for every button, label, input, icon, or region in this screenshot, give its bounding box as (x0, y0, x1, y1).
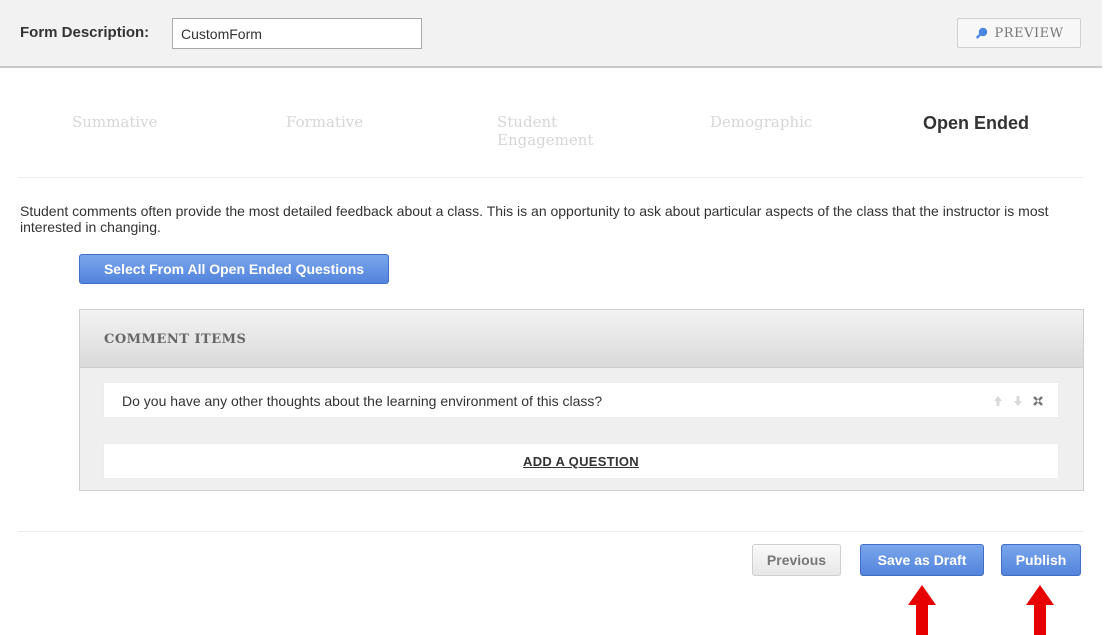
step-open-ended[interactable]: Open Ended (923, 114, 1029, 132)
divider-top (18, 177, 1084, 178)
comment-items-header: COMMENT ITEMS (80, 310, 1083, 368)
form-header-bar: Form Description: PREVIEW (0, 0, 1102, 68)
previous-button[interactable]: Previous (752, 544, 841, 576)
arrow-down-icon[interactable] (1012, 394, 1024, 406)
preview-label: PREVIEW (994, 25, 1064, 41)
remove-icon[interactable] (1032, 394, 1044, 406)
step-student-engagement-line2: Engagement (497, 131, 594, 149)
step-navigation: Summative Formative Student Engagement D… (0, 110, 1102, 160)
divider-bottom (18, 531, 1084, 532)
form-description-input[interactable] (172, 18, 422, 49)
comment-items-panel: COMMENT ITEMS Do you have any other thou… (79, 309, 1084, 491)
comment-item-text: Do you have any other thoughts about the… (122, 393, 603, 409)
red-arrow-up-icon (908, 585, 936, 635)
step-student-engagement[interactable]: Student Engagement (497, 113, 593, 149)
step-demographic[interactable]: Demographic (710, 113, 812, 131)
save-as-draft-button[interactable]: Save as Draft (860, 544, 984, 576)
red-arrow-up-icon (1026, 585, 1054, 635)
search-icon (975, 26, 989, 40)
form-description-label: Form Description: (20, 24, 150, 41)
preview-button[interactable]: PREVIEW (957, 18, 1081, 48)
comment-item-row[interactable]: Do you have any other thoughts about the… (103, 382, 1059, 418)
comment-item-controls (992, 394, 1044, 406)
intro-text: Student comments often provide the most … (20, 203, 1049, 235)
add-question-row: ADD A QUESTION (103, 443, 1059, 479)
comment-items-title: COMMENT ITEMS (104, 332, 247, 347)
select-open-ended-questions-button[interactable]: Select From All Open Ended Questions (79, 254, 389, 284)
step-student-engagement-line1: Student (497, 113, 558, 131)
publish-button[interactable]: Publish (1001, 544, 1081, 576)
step-formative[interactable]: Formative (286, 113, 363, 131)
step-summative[interactable]: Summative (72, 113, 158, 131)
arrow-up-icon[interactable] (992, 394, 1004, 406)
add-question-link[interactable]: ADD A QUESTION (523, 454, 639, 469)
